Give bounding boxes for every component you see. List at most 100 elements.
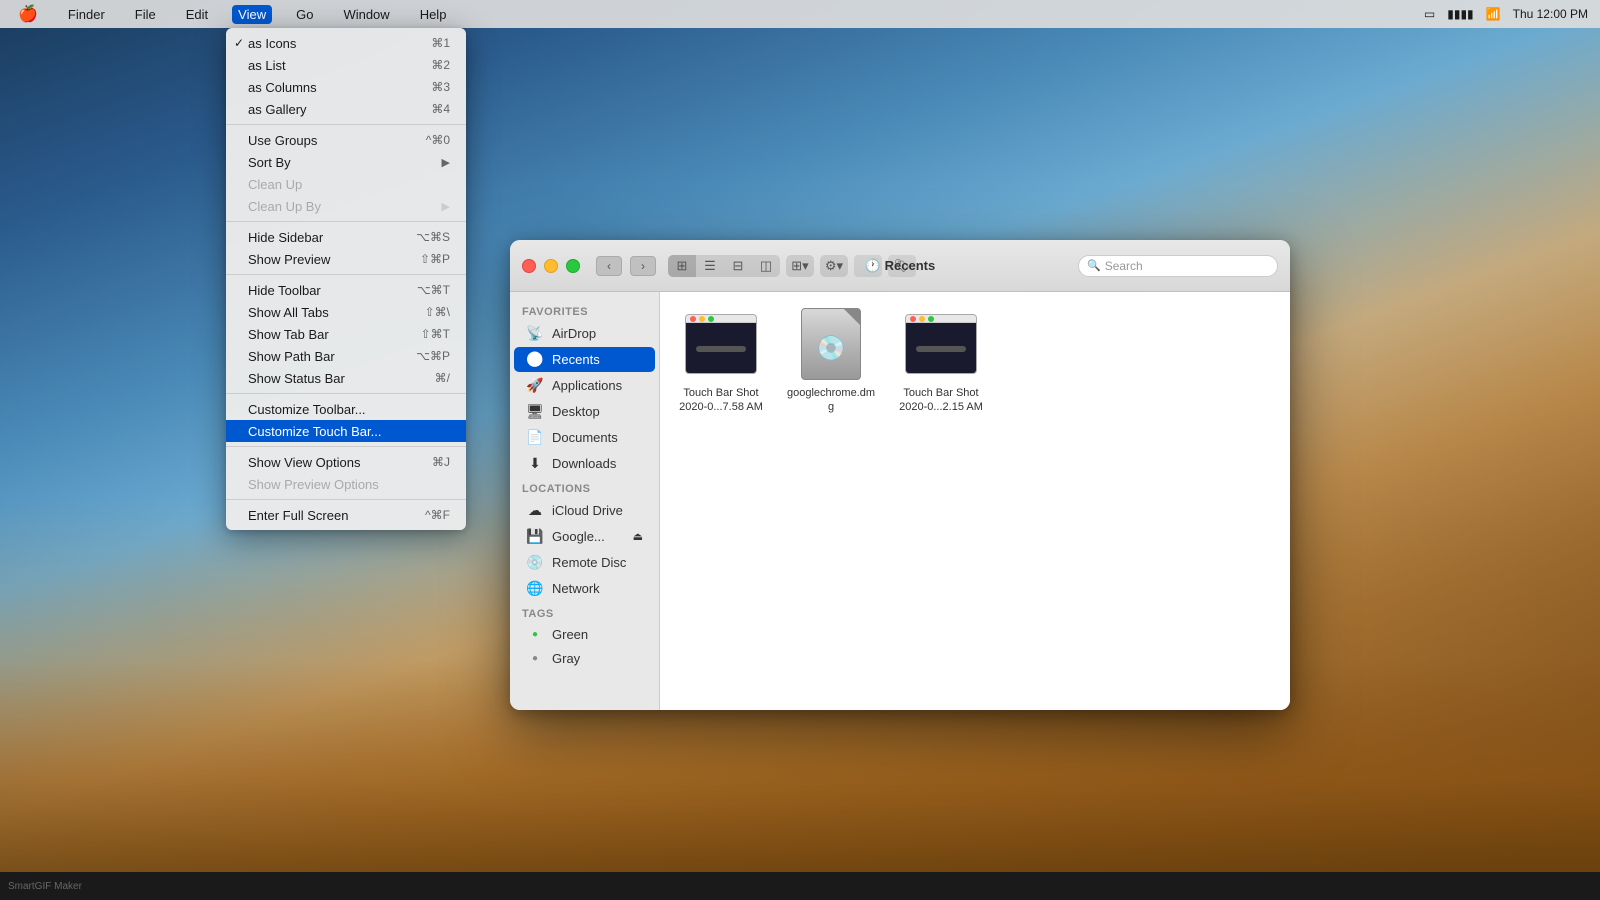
file-item-2[interactable]: 💿 googlechrome.dmg [786, 308, 876, 415]
menu-as-icons-label: as Icons [248, 36, 296, 51]
sidebar-item-applications[interactable]: 🚀 Applications [514, 373, 655, 398]
file-name-2: googlechrome.dmg [787, 386, 875, 415]
menu-show-preview-label: Show Preview [248, 252, 330, 267]
recents-icon: 🕐 [526, 351, 544, 368]
sidebar-item-documents[interactable]: 📄 Documents [514, 425, 655, 450]
menu-show-view-options-shortcut: ⌘J [432, 455, 450, 469]
sidebar-item-airdrop-label: AirDrop [552, 326, 596, 341]
window-buttons [522, 259, 580, 273]
menu-as-gallery[interactable]: as Gallery ⌘4 [226, 98, 466, 120]
sidebar-item-downloads-label: Downloads [552, 456, 616, 471]
action-button[interactable]: ⚙▾ [820, 255, 848, 277]
window-minimize-button[interactable] [544, 259, 558, 273]
clock: Thu 12:00 PM [1513, 7, 1588, 21]
menu-as-list[interactable]: as List ⌘2 [226, 54, 466, 76]
airdrop-icon: 📡 [526, 325, 544, 342]
applications-icon: 🚀 [526, 377, 544, 394]
menu-as-list-shortcut: ⌘2 [431, 58, 450, 72]
menu-show-path-bar-label: Show Path Bar [248, 349, 335, 364]
menu-clean-up: Clean Up [226, 173, 466, 195]
menu-customize-touch-bar[interactable]: Customize Touch Bar... [226, 420, 466, 442]
menu-enter-full-screen-label: Enter Full Screen [248, 508, 348, 523]
menu-use-groups[interactable]: Use Groups ^⌘0 [226, 129, 466, 151]
window-maximize-button[interactable] [566, 259, 580, 273]
finder-navigation: ‹ › [596, 256, 656, 276]
search-icon: 🔍 [1087, 259, 1101, 272]
file-item-3[interactable]: Touch Bar Shot2020-0...2.15 AM [896, 308, 986, 415]
separator-6 [226, 499, 466, 500]
nav-forward-button[interactable]: › [630, 256, 656, 276]
desktop: 🍎 Finder File Edit View Go Window Help ▭… [0, 0, 1600, 900]
menubar-left: 🍎 Finder File Edit View Go Window Help [12, 2, 452, 26]
menu-sort-by[interactable]: Sort By ▶ [226, 151, 466, 173]
column-view-button[interactable]: ⊟ [724, 255, 752, 277]
separator-1 [226, 124, 466, 125]
sidebar-item-green-tag[interactable]: ● Green [514, 623, 655, 646]
menu-enter-full-screen[interactable]: Enter Full Screen ^⌘F [226, 504, 466, 526]
touchbar: SmartGIF Maker [0, 872, 1600, 900]
sidebar-item-downloads[interactable]: ⬇ Downloads [514, 451, 655, 476]
icloud-icon: ☁ [526, 502, 544, 519]
sidebar-item-google[interactable]: 💾 Google... ⏏ [514, 524, 655, 549]
remote-disc-icon: 💿 [526, 554, 544, 571]
menu-as-gallery-shortcut: ⌘4 [431, 102, 450, 116]
menu-as-gallery-label: as Gallery [248, 102, 307, 117]
finder-menu[interactable]: Finder [62, 5, 111, 24]
file-menu[interactable]: File [129, 5, 162, 24]
edit-menu[interactable]: Edit [180, 5, 214, 24]
sidebar-item-recents[interactable]: 🕐 Recents [514, 347, 655, 372]
sidebar-item-network[interactable]: 🌐 Network [514, 576, 655, 601]
menu-use-groups-label: Use Groups [248, 133, 317, 148]
menu-show-preview[interactable]: Show Preview ⇧⌘P [226, 248, 466, 270]
file-item-1[interactable]: Touch Bar Shot2020-0...7.58 AM [676, 308, 766, 415]
menu-show-all-tabs[interactable]: Show All Tabs ⇧⌘\ [226, 301, 466, 323]
go-menu[interactable]: Go [290, 5, 319, 24]
icon-view-button[interactable]: ⊞ [668, 255, 696, 277]
sidebar-item-documents-label: Documents [552, 430, 618, 445]
menu-show-status-bar-shortcut: ⌘/ [435, 371, 450, 385]
gallery-view-button[interactable]: ◫ [752, 255, 780, 277]
window-close-button[interactable] [522, 259, 536, 273]
menu-customize-toolbar[interactable]: Customize Toolbar... [226, 398, 466, 420]
sidebar-item-gray-tag[interactable]: ● Gray [514, 647, 655, 670]
screen-mirror-icon[interactable]: ▭ [1424, 7, 1435, 21]
finder-title-text: Recents [885, 258, 936, 273]
window-menu[interactable]: Window [337, 5, 395, 24]
view-options-group: ⊞ ☰ ⊟ ◫ [668, 255, 780, 277]
list-view-button[interactable]: ☰ [696, 255, 724, 277]
menu-show-view-options-label: Show View Options [248, 455, 361, 470]
wifi-icon[interactable]: 📶 [1486, 7, 1501, 21]
sidebar-item-desktop[interactable]: 🖥 Desktop [514, 399, 655, 424]
arrange-button[interactable]: ⊞▾ [786, 255, 814, 277]
sidebar-item-icloud[interactable]: ☁ iCloud Drive [514, 498, 655, 523]
sidebar-item-gray-tag-label: Gray [552, 651, 580, 666]
menu-hide-toolbar[interactable]: Hide Toolbar ⌥⌘T [226, 279, 466, 301]
nav-back-button[interactable]: ‹ [596, 256, 622, 276]
help-menu[interactable]: Help [414, 5, 453, 24]
menu-as-icons[interactable]: ✓ as Icons ⌘1 [226, 32, 466, 54]
view-menu[interactable]: View [232, 5, 272, 24]
finder-search-box[interactable]: 🔍 Search [1078, 255, 1278, 277]
menu-hide-sidebar[interactable]: Hide Sidebar ⌥⌘S [226, 226, 466, 248]
sidebar-item-network-label: Network [552, 581, 600, 596]
menu-show-view-options[interactable]: Show View Options ⌘J [226, 451, 466, 473]
menubar: 🍎 Finder File Edit View Go Window Help ▭… [0, 0, 1600, 28]
google-eject-icon[interactable]: ⏏ [633, 530, 643, 543]
apple-menu[interactable]: 🍎 [12, 2, 44, 26]
sidebar-item-airdrop[interactable]: 📡 AirDrop [514, 321, 655, 346]
menu-show-tab-bar[interactable]: Show Tab Bar ⇧⌘T [226, 323, 466, 345]
view-dropdown-menu: ✓ as Icons ⌘1 as List ⌘2 as Columns ⌘3 a… [226, 28, 466, 530]
sidebar-item-remote-disc[interactable]: 💿 Remote Disc [514, 550, 655, 575]
file-name-3: Touch Bar Shot2020-0...2.15 AM [899, 386, 983, 415]
menu-show-path-bar[interactable]: Show Path Bar ⌥⌘P [226, 345, 466, 367]
arrange-group: ⊞▾ [786, 255, 814, 277]
separator-3 [226, 274, 466, 275]
menu-show-preview-options-label: Show Preview Options [248, 477, 379, 492]
menu-show-status-bar[interactable]: Show Status Bar ⌘/ [226, 367, 466, 389]
menu-hide-toolbar-shortcut: ⌥⌘T [417, 283, 450, 297]
file-icon-2: 💿 [795, 308, 867, 380]
separator-4 [226, 393, 466, 394]
menu-show-tab-bar-shortcut: ⇧⌘T [421, 327, 450, 341]
menu-as-columns[interactable]: as Columns ⌘3 [226, 76, 466, 98]
finder-window: ‹ › ⊞ ☰ ⊟ ◫ ⊞▾ ⚙▾ ↑ 🏷 🕐 [510, 240, 1290, 710]
